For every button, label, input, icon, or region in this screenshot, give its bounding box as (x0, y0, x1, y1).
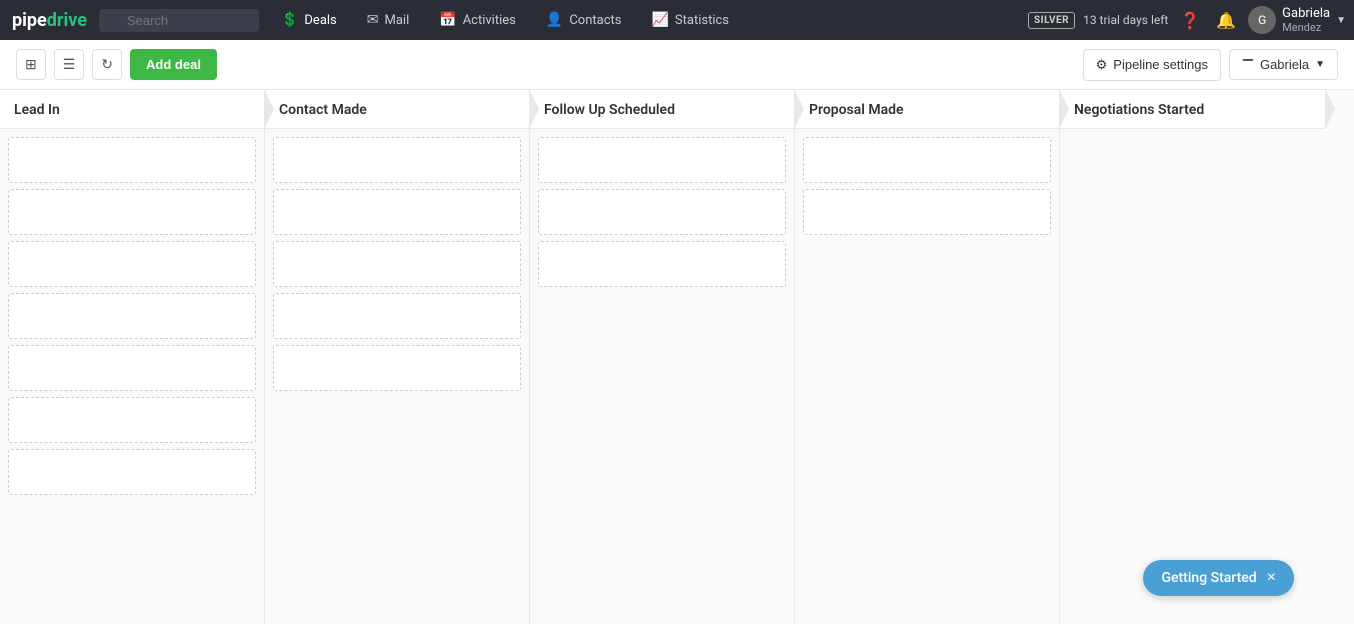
user-name: Gabriela (1282, 6, 1330, 21)
deal-card[interactable] (273, 241, 521, 287)
deal-card[interactable] (8, 137, 256, 183)
deal-card[interactable] (538, 137, 786, 183)
list-icon: ☰ (63, 56, 76, 73)
pipeline-settings-button[interactable]: ⚙ Pipeline settings (1083, 49, 1221, 81)
deal-card[interactable] (8, 189, 256, 235)
statistics-icon: 📈 (651, 12, 668, 28)
column-body-lead-in (0, 129, 264, 624)
kanban-column-proposal-made: Proposal Made (795, 90, 1060, 624)
nav-contacts-label: Contacts (569, 13, 621, 28)
deal-card[interactable] (8, 293, 256, 339)
deal-card[interactable] (538, 189, 786, 235)
chevron-down-icon: ▼ (1336, 15, 1346, 26)
deal-card[interactable] (8, 345, 256, 391)
user-sub: Mendez (1282, 21, 1330, 34)
kanban-column-contact-made: Contact Made (265, 90, 530, 624)
column-body-follow-up (530, 129, 794, 624)
column-body-negotiations (1060, 129, 1325, 624)
nav-activities-label: Activities (463, 13, 516, 28)
toolbar: ⊞ ☰ ↻ Add deal ⚙ Pipeline settings ⚡ Gab… (0, 40, 1354, 90)
deal-card[interactable] (273, 137, 521, 183)
kanban-icon: ⊞ (25, 56, 37, 73)
toolbar-right: ⚙ Pipeline settings ⚡ Gabriela ▼ (1083, 49, 1338, 81)
nav-items: 💲 Deals ✉ Mail 📅 Activities 👤 Contacts 📈… (267, 0, 1028, 40)
list-view-button[interactable]: ☰ (54, 49, 85, 80)
nav-statistics-label: Statistics (675, 13, 729, 28)
kanban-column-follow-up: Follow Up Scheduled (530, 90, 795, 624)
search-input[interactable] (99, 9, 259, 32)
user-menu[interactable]: G Gabriela Mendez ▼ (1248, 6, 1346, 34)
notifications-icon[interactable]: 🔔 (1212, 7, 1240, 34)
deal-card[interactable] (8, 449, 256, 495)
contacts-icon: 👤 (546, 12, 563, 28)
filter-button[interactable]: ⚡ Gabriela ▼ (1229, 49, 1338, 80)
nav-item-activities[interactable]: 📅 Activities (425, 0, 530, 40)
activities-icon: 📅 (439, 12, 456, 28)
refresh-button[interactable]: ↻ (92, 49, 122, 80)
logo[interactable]: pipedrive (8, 10, 99, 31)
deal-card[interactable] (273, 293, 521, 339)
deal-card[interactable] (273, 189, 521, 235)
deal-card[interactable] (8, 397, 256, 443)
deal-card[interactable] (273, 345, 521, 391)
filter-label: Gabriela (1260, 57, 1309, 72)
search-wrap: 🔍 (99, 9, 259, 32)
deal-card[interactable] (803, 189, 1051, 235)
deal-card[interactable] (8, 241, 256, 287)
nav-deals-label: Deals (304, 13, 336, 28)
nav-item-contacts[interactable]: 👤 Contacts (532, 0, 636, 40)
column-header-follow-up: Follow Up Scheduled (530, 90, 794, 129)
deals-icon: 💲 (281, 12, 298, 28)
column-header-proposal-made: Proposal Made (795, 90, 1059, 129)
getting-started-banner[interactable]: Getting Started × (1143, 560, 1294, 596)
kanban-board: Lead InContact MadeFollow Up ScheduledPr… (0, 90, 1354, 624)
add-deal-button[interactable]: Add deal (130, 49, 217, 80)
kanban-column-negotiations: Negotiations Started (1060, 90, 1325, 624)
refresh-icon: ↻ (101, 56, 113, 73)
column-body-contact-made (265, 129, 529, 624)
filter-icon: ⚡ (1242, 59, 1254, 71)
deal-card[interactable] (803, 137, 1051, 183)
deal-card[interactable] (538, 241, 786, 287)
trial-text: 13 trial days left (1083, 13, 1168, 27)
gear-icon: ⚙ (1096, 57, 1108, 73)
column-header-lead-in: Lead In (0, 90, 264, 129)
getting-started-label: Getting Started (1161, 570, 1256, 586)
nav-item-statistics[interactable]: 📈 Statistics (637, 0, 743, 40)
mail-icon: ✉ (367, 12, 379, 28)
top-navigation: pipedrive 🔍 💲 Deals ✉ Mail 📅 Activities … (0, 0, 1354, 40)
kanban-view-button[interactable]: ⊞ (16, 49, 46, 80)
logo-text: pipedrive (12, 10, 87, 31)
column-header-contact-made: Contact Made (265, 90, 529, 129)
nav-mail-label: Mail (385, 13, 410, 28)
nav-right: SILVER 13 trial days left ❓ 🔔 G Gabriela… (1028, 6, 1346, 34)
column-header-negotiations: Negotiations Started (1060, 90, 1325, 129)
getting-started-close-button[interactable]: × (1267, 570, 1276, 586)
help-icon[interactable]: ❓ (1176, 7, 1204, 34)
pipeline-settings-label: Pipeline settings (1113, 57, 1208, 72)
nav-item-mail[interactable]: ✉ Mail (353, 0, 423, 40)
nav-item-deals[interactable]: 💲 Deals (267, 0, 351, 40)
column-body-proposal-made (795, 129, 1059, 624)
avatar: G (1248, 6, 1276, 34)
filter-chevron-icon: ▼ (1315, 59, 1325, 70)
user-text: Gabriela Mendez (1282, 6, 1330, 34)
plan-badge: SILVER (1028, 12, 1075, 29)
kanban-column-lead-in: Lead In (0, 90, 265, 624)
